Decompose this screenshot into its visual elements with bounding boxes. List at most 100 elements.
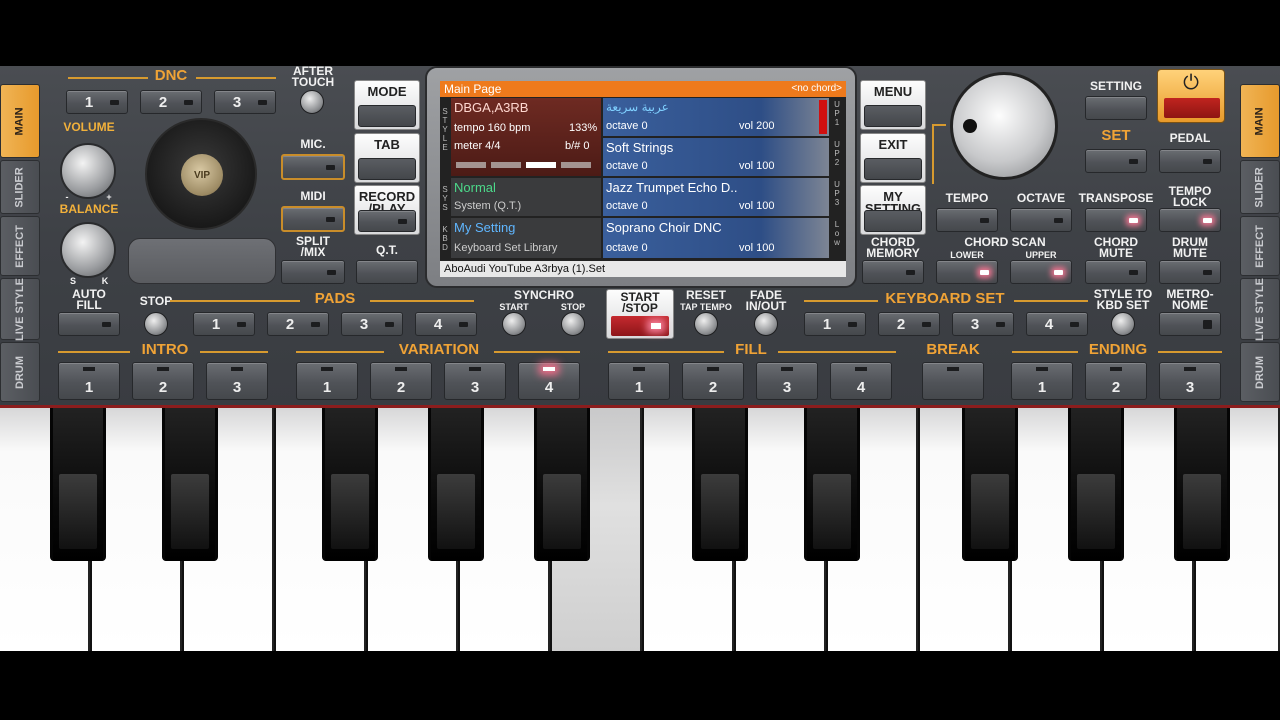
pads-line xyxy=(370,300,474,302)
button-label: MODE xyxy=(367,84,407,99)
transpose-button[interactable] xyxy=(1085,208,1147,232)
keyboard-set-button-1[interactable]: 1 xyxy=(804,312,866,336)
keyboard-set-button-4[interactable]: 4 xyxy=(1026,312,1088,336)
pedal-button[interactable] xyxy=(1159,149,1221,173)
lower-part[interactable]: Soprano Choir DNC octave 0 vol 100 xyxy=(603,218,829,258)
upper1-part[interactable]: عربية سريعة octave 0 vol 200 xyxy=(603,98,829,136)
reset-tap-knob[interactable] xyxy=(694,312,718,336)
upper2-part[interactable]: Soft Strings octave 0 vol 100 xyxy=(603,138,829,176)
tab-slider-right[interactable]: SLIDER xyxy=(1240,160,1280,214)
data-dial[interactable] xyxy=(950,72,1058,180)
variation-button-3[interactable]: 3 xyxy=(444,362,506,400)
power-button[interactable]: ⏻ xyxy=(1157,69,1225,123)
metronome-button[interactable] xyxy=(1159,312,1221,336)
chord-memory-button[interactable] xyxy=(862,260,924,284)
fade-knob[interactable] xyxy=(754,312,778,336)
meter-value: meter 4/4 xyxy=(454,140,501,152)
tab-live-style-left[interactable]: LIVE STYLE xyxy=(0,278,40,340)
ending-button-3[interactable]: 3 xyxy=(1159,362,1221,400)
tab-main-left[interactable]: MAIN xyxy=(0,84,40,158)
system-cell[interactable]: Normal System (Q.T.) xyxy=(451,178,601,216)
mic-button[interactable] xyxy=(281,154,345,180)
intro-button-2[interactable]: 2 xyxy=(132,362,194,400)
dnc-button-1[interactable]: 1 xyxy=(66,90,128,114)
black-key[interactable] xyxy=(962,408,1018,561)
synchro-start-knob[interactable] xyxy=(502,312,526,336)
drum-mute-button[interactable] xyxy=(1159,260,1221,284)
tab-effect-right[interactable]: EFFECT xyxy=(1240,216,1280,276)
setting-button[interactable] xyxy=(1085,96,1147,120)
start-stop-button[interactable]: START /STOP xyxy=(606,289,674,339)
tempo-lock-button[interactable] xyxy=(1159,208,1221,232)
fill-button-2[interactable]: 2 xyxy=(682,362,744,400)
pad-button-1[interactable]: 1 xyxy=(193,312,255,336)
upper3-part[interactable]: Jazz Trumpet Echo D.. octave 0 vol 100 xyxy=(603,178,829,216)
tempo-label: TEMPO xyxy=(945,191,989,205)
split-mix-button[interactable] xyxy=(281,260,345,284)
jog-wheel[interactable]: VIP xyxy=(145,118,257,230)
intro-button-1[interactable]: 1 xyxy=(58,362,120,400)
synchro-stop-knob[interactable] xyxy=(561,312,585,336)
tab-label: LIVE STYLE xyxy=(1253,277,1266,341)
intro-button-3[interactable]: 3 xyxy=(206,362,268,400)
variation-button-2[interactable]: 2 xyxy=(370,362,432,400)
kbdset-line xyxy=(804,300,878,302)
black-key[interactable] xyxy=(534,408,590,561)
drum-mute-label: DRUM MUTE xyxy=(1172,235,1208,260)
black-key[interactable] xyxy=(322,408,378,561)
black-key[interactable] xyxy=(428,408,484,561)
chord-scan-lower-button[interactable] xyxy=(936,260,998,284)
tempo-button[interactable] xyxy=(936,208,998,232)
after-touch-knob[interactable] xyxy=(300,90,324,114)
tab-live-style-right[interactable]: LIVE STYLE xyxy=(1240,278,1280,340)
style-to-kbd-knob[interactable] xyxy=(1111,312,1135,336)
keyboard-set-cell[interactable]: My Setting Keyboard Set Library xyxy=(451,218,601,258)
variation-button-4[interactable]: 4 xyxy=(518,362,580,400)
tab-slider-left[interactable]: SLIDER xyxy=(0,160,40,214)
volume-knob[interactable] xyxy=(60,143,116,199)
synchro-label: SYNCHRO xyxy=(513,288,574,302)
ending-button-2[interactable]: 2 xyxy=(1085,362,1147,400)
ending-button-1[interactable]: 1 xyxy=(1011,362,1073,400)
black-key[interactable] xyxy=(692,408,748,561)
chord-scan-upper-button[interactable] xyxy=(1010,260,1072,284)
black-key[interactable] xyxy=(1068,408,1124,561)
tab-drum-left[interactable]: DRUM xyxy=(0,342,40,402)
set-button[interactable] xyxy=(1085,149,1147,173)
pad-button-3[interactable]: 3 xyxy=(341,312,403,336)
variation-label: VARIATION xyxy=(398,341,480,358)
tab-drum-right[interactable]: DRUM xyxy=(1240,342,1280,402)
keyboard-set-sub: Keyboard Set Library xyxy=(454,242,558,254)
tab-effect-left[interactable]: EFFECT xyxy=(0,216,40,276)
dial-dot-icon xyxy=(963,119,977,133)
black-key[interactable] xyxy=(804,408,860,561)
black-key[interactable] xyxy=(1174,408,1230,561)
tab-label: LIVE STYLE xyxy=(13,277,26,341)
chord-mute-button[interactable] xyxy=(1085,260,1147,284)
transpose-value: b/# 0 xyxy=(565,140,590,152)
midi-button[interactable] xyxy=(281,206,345,232)
pads-stop-knob[interactable] xyxy=(144,312,168,336)
keyboard-set-button-2[interactable]: 2 xyxy=(878,312,940,336)
octave-button[interactable] xyxy=(1010,208,1072,232)
keyboard-set-button-3[interactable]: 3 xyxy=(952,312,1014,336)
pad-button-4[interactable]: 4 xyxy=(415,312,477,336)
black-key[interactable] xyxy=(50,408,106,561)
tab-main-right[interactable]: MAIN xyxy=(1240,84,1280,158)
dnc-button-2[interactable]: 2 xyxy=(140,90,202,114)
qt-button[interactable] xyxy=(356,260,418,284)
system-sub: System (Q.T.) xyxy=(454,200,522,212)
balance-knob[interactable] xyxy=(60,222,116,278)
button-label: 4 xyxy=(1044,315,1054,333)
auto-fill-button[interactable] xyxy=(58,312,120,336)
break-button[interactable] xyxy=(922,362,984,400)
pad-button-2[interactable]: 2 xyxy=(267,312,329,336)
variation-button-1[interactable]: 1 xyxy=(296,362,358,400)
pitch-bend-pad[interactable] xyxy=(128,238,276,284)
fill-button-4[interactable]: 4 xyxy=(830,362,892,400)
fill-button-1[interactable]: 1 xyxy=(608,362,670,400)
fill-button-3[interactable]: 3 xyxy=(756,362,818,400)
dnc-button-3[interactable]: 3 xyxy=(214,90,276,114)
black-key[interactable] xyxy=(162,408,218,561)
style-cell[interactable]: DBGA,A3RB tempo 160 bpm 133% meter 4/4 b… xyxy=(451,98,601,176)
